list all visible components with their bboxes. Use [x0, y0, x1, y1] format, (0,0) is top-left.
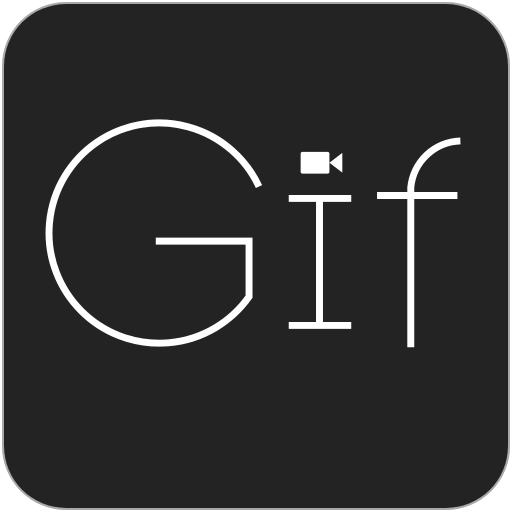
gif-logo	[4, 4, 508, 508]
tile-background	[4, 4, 508, 508]
app-icon-tile[interactable]: Gif	[2, 2, 510, 510]
app-icon-wordmark: Gif	[4, 508, 5, 509]
